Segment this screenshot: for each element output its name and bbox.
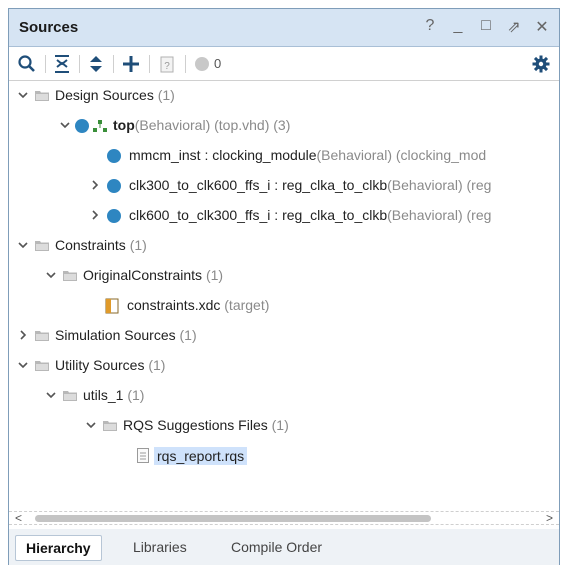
tree-node-constraints-xdc[interactable]: constraints.xdc (target) (9, 291, 559, 321)
tree-node-label: OriginalConstraints (1) (83, 267, 224, 283)
tree-node-label: RQS Suggestions Files (1) (123, 417, 289, 433)
tree-node-rqs-report[interactable]: rqs_report.rqs (9, 441, 559, 471)
status-count: 0 (214, 56, 222, 71)
tab-libraries[interactable]: Libraries (123, 535, 197, 559)
chevron-right-icon[interactable] (17, 329, 29, 341)
tree-node-design-sources[interactable]: Design Sources (1) (9, 81, 559, 111)
tree-node-label: top(Behavioral) (top.vhd) (3) (113, 117, 291, 133)
scroll-left-icon[interactable]: < (15, 512, 22, 524)
add-sources-icon[interactable] (121, 54, 141, 74)
chevron-right-icon[interactable] (89, 179, 101, 191)
tree-node-label: constraints.xdc (target) (127, 297, 270, 313)
toolbar: ? 0 (9, 47, 559, 81)
float-icon[interactable]: ⇗ (507, 17, 521, 37)
chevron-down-icon[interactable] (17, 239, 29, 251)
tree-node-label: clk600_to_clk300_ffs_i : reg_clka_to_clk… (129, 207, 492, 223)
chevron-down-icon[interactable] (85, 419, 97, 431)
search-icon[interactable] (17, 54, 37, 74)
svg-text:?: ? (164, 61, 170, 72)
properties-icon[interactable]: ? (159, 54, 175, 74)
toolbar-divider (113, 55, 114, 73)
chevron-down-icon[interactable] (17, 359, 29, 371)
tab-compile-order[interactable]: Compile Order (221, 535, 332, 559)
window-controls: ? _ □ ⇗ ✕ (423, 17, 549, 37)
chevron-down-icon[interactable] (45, 389, 57, 401)
toolbar-divider (45, 55, 46, 73)
toolbar-divider (79, 55, 80, 73)
scrollbar-thumb[interactable] (35, 515, 431, 522)
panel-title: Sources (19, 19, 79, 36)
folder-icon (103, 421, 117, 431)
chevron-right-icon[interactable] (89, 209, 101, 221)
tree-node-top[interactable]: top(Behavioral) (top.vhd) (3) (9, 111, 559, 141)
tree-node-label: Design Sources (1) (55, 87, 175, 103)
expand-all-icon[interactable] (87, 54, 105, 74)
tree-node-mmcm-inst[interactable]: mmcm_inst : clocking_module(Behavioral) … (9, 141, 559, 171)
view-tabs: Hierarchy Libraries Compile Order (9, 529, 559, 565)
folder-icon (35, 241, 49, 251)
tree-node-label: mmcm_inst : clocking_module(Behavioral) … (129, 147, 487, 163)
tree-node-rqs-suggestions[interactable]: RQS Suggestions Files (1) (9, 411, 559, 441)
chevron-down-icon[interactable] (59, 119, 71, 131)
horizontal-scrollbar[interactable]: < > (9, 511, 559, 525)
help-icon[interactable]: ? (423, 17, 437, 37)
hierarchy-top-icon (93, 120, 107, 132)
tree-node-original-constraints[interactable]: OriginalConstraints (1) (9, 261, 559, 291)
folder-icon (35, 331, 49, 341)
tree-node-label: utils_1 (1) (83, 387, 145, 403)
folder-icon (35, 91, 49, 101)
sources-tree: Design Sources (1) top(Behavioral) (top.… (9, 81, 559, 511)
module-dot-icon (107, 209, 121, 223)
tree-node-constraints[interactable]: Constraints (1) (9, 231, 559, 261)
folder-icon (63, 271, 77, 281)
tree-node-clk300-to-clk600[interactable]: clk300_to_clk600_ffs_i : reg_clka_to_clk… (9, 171, 559, 201)
chevron-down-icon[interactable] (17, 89, 29, 101)
module-dot-icon (75, 119, 89, 133)
tree-node-utils-1[interactable]: utils_1 (1) (9, 381, 559, 411)
constraints-file-icon (105, 298, 119, 314)
status-dot-icon (195, 57, 209, 71)
gear-icon[interactable] (531, 54, 551, 74)
chevron-down-icon[interactable] (45, 269, 57, 281)
document-icon (137, 448, 149, 463)
toolbar-divider (185, 55, 186, 73)
tree-node-clk600-to-clk300[interactable]: clk600_to_clk300_ffs_i : reg_clka_to_clk… (9, 201, 559, 231)
tree-node-label-selected: rqs_report.rqs (154, 447, 248, 465)
tree-node-label: clk300_to_clk600_ffs_i : reg_clka_to_clk… (129, 177, 492, 193)
module-dot-icon (107, 179, 121, 193)
panel-title-bar: Sources ? _ □ ⇗ ✕ (9, 9, 559, 47)
toolbar-divider (149, 55, 150, 73)
sources-panel: Sources ? _ □ ⇗ ✕ ? 0 Design Sources (1)… (8, 8, 560, 565)
tree-node-simulation-sources[interactable]: Simulation Sources (1) (9, 321, 559, 351)
tree-node-label: Simulation Sources (1) (55, 327, 197, 343)
maximize-icon[interactable]: □ (479, 17, 493, 37)
module-dot-icon (107, 149, 121, 163)
collapse-all-icon[interactable] (53, 54, 71, 74)
folder-icon (63, 391, 77, 401)
scroll-right-icon[interactable]: > (546, 512, 553, 524)
tree-node-utility-sources[interactable]: Utility Sources (1) (9, 351, 559, 381)
tab-hierarchy[interactable]: Hierarchy (15, 535, 102, 561)
tree-node-label: Utility Sources (1) (55, 357, 166, 373)
folder-icon (35, 361, 49, 371)
close-icon[interactable]: ✕ (535, 17, 549, 37)
minimize-icon[interactable]: _ (451, 17, 465, 37)
tree-node-label: Constraints (1) (55, 237, 147, 253)
